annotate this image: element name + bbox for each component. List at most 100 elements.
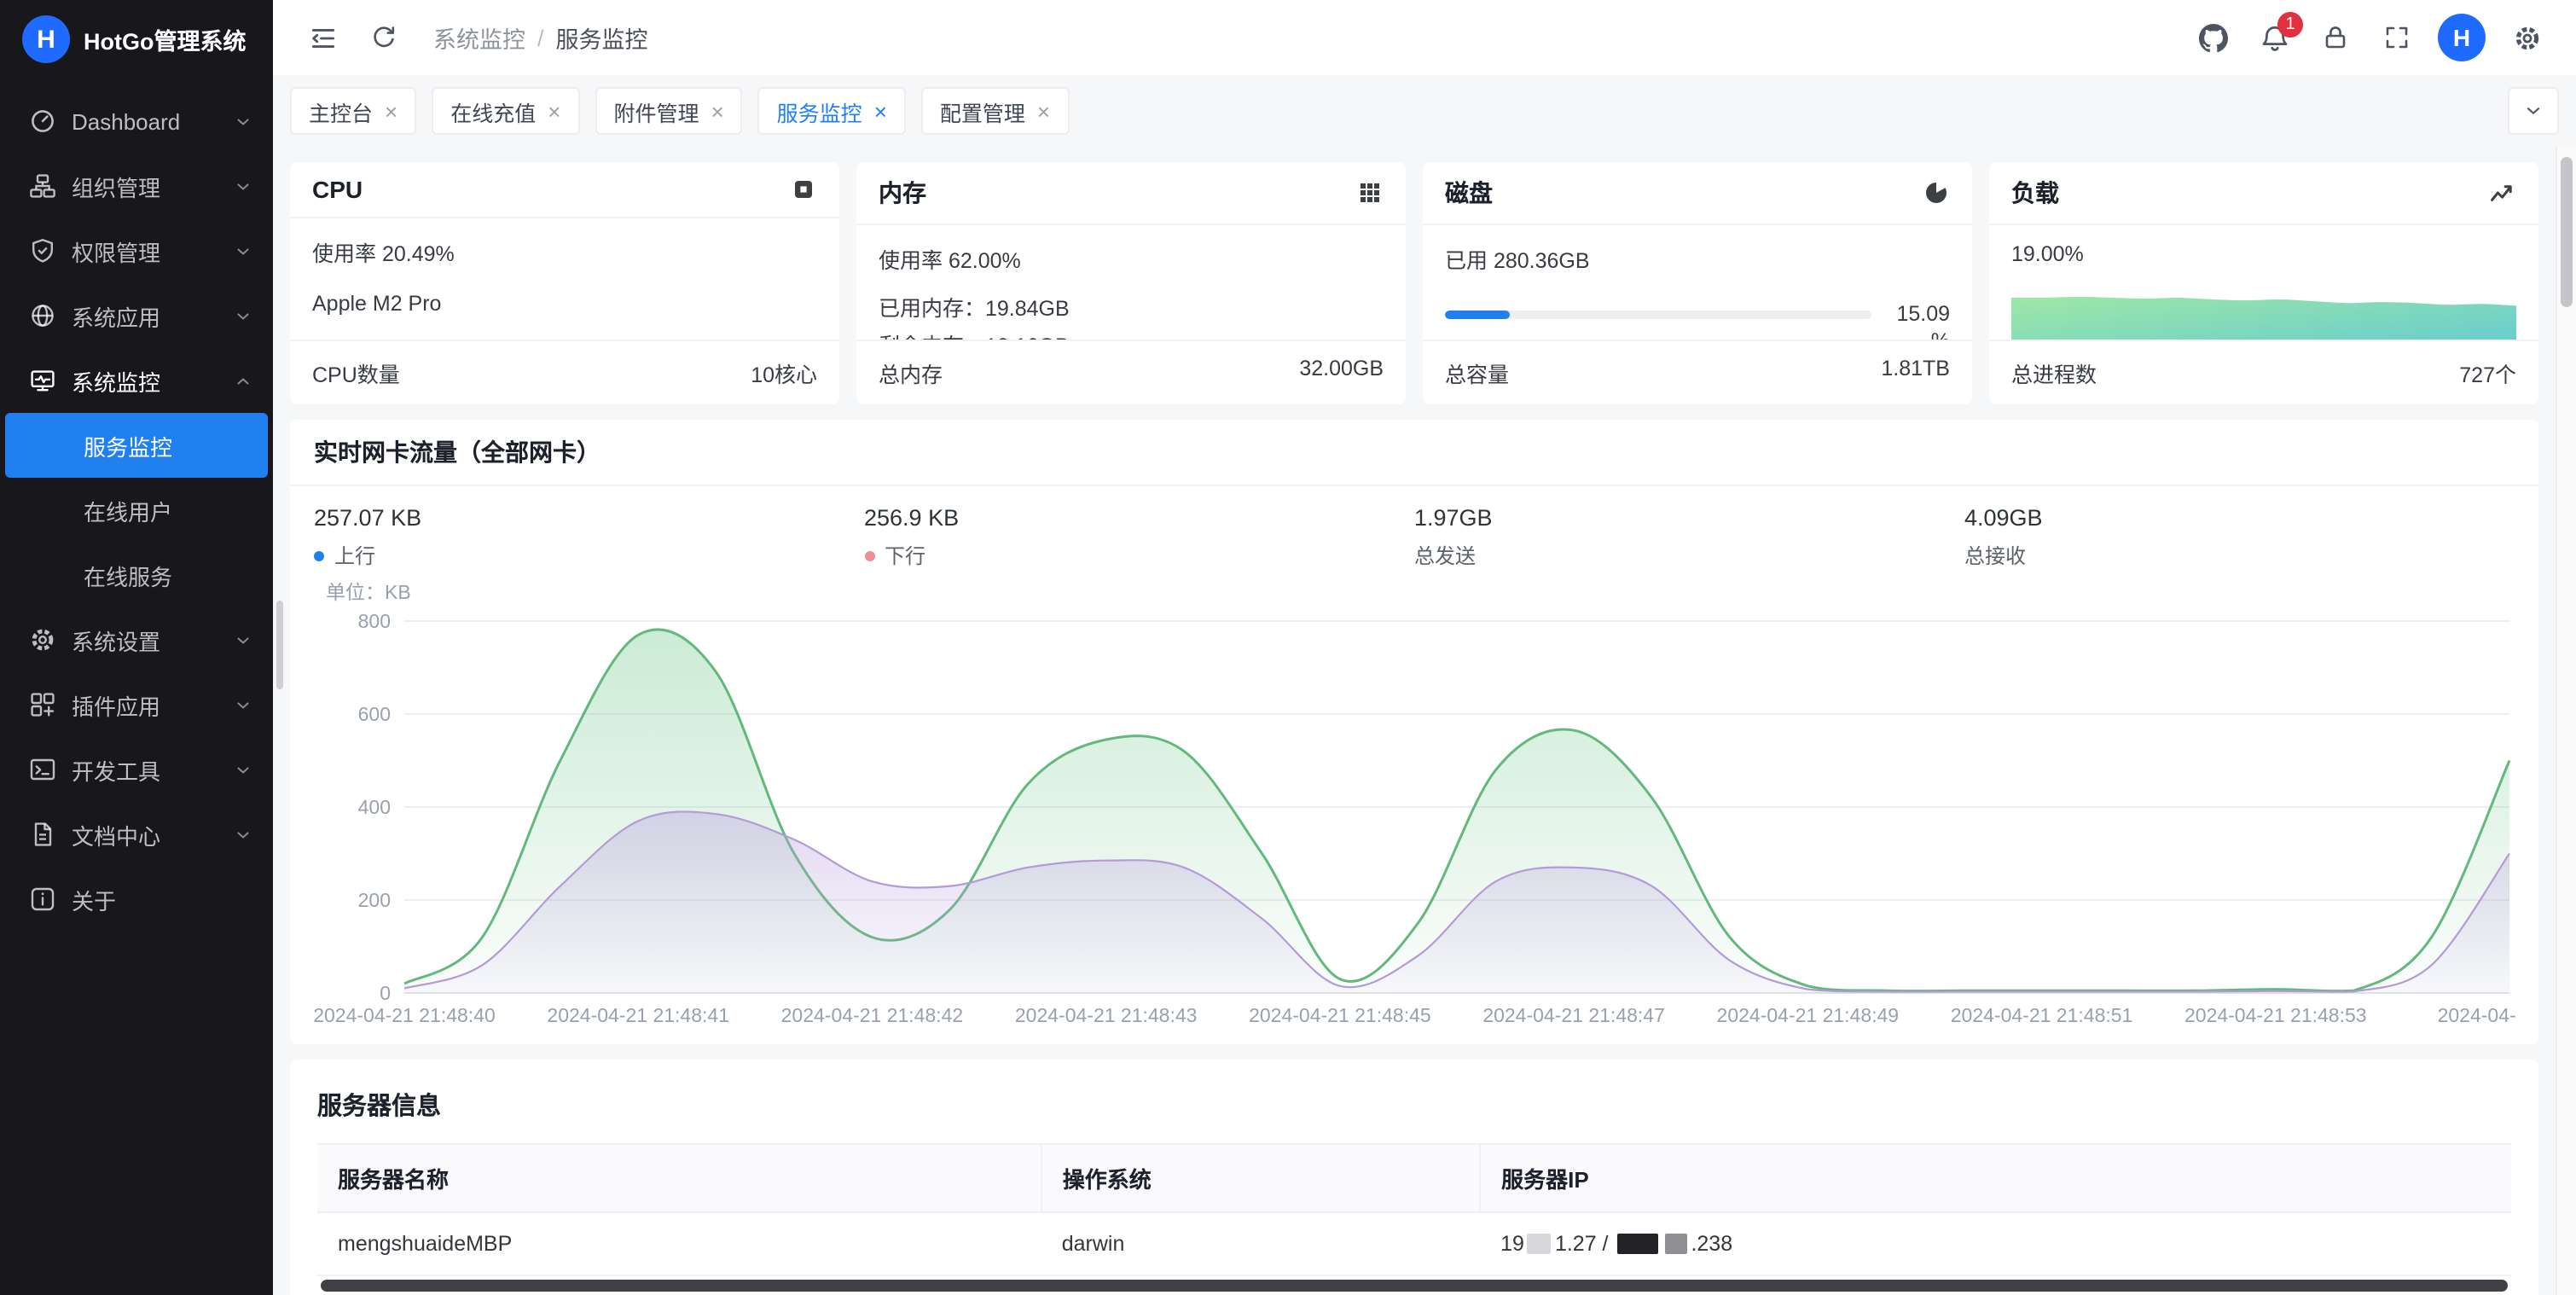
- breadcrumb-parent[interactable]: 系统监控: [433, 20, 525, 55]
- stat-label: 下行: [885, 541, 925, 570]
- load-footer-value: 727个: [2459, 357, 2516, 389]
- svg-text:2024-04-21 21:48:42: 2024-04-21 21:48:42: [781, 1004, 964, 1026]
- avatar-letter: H: [2453, 24, 2470, 51]
- svg-text:2024-04-21 21:48:47: 2024-04-21 21:48:47: [1482, 1004, 1665, 1026]
- close-icon[interactable]: ×: [711, 100, 723, 122]
- disk-percent-label: 15.09 %: [1885, 302, 1950, 340]
- svg-text:400: 400: [358, 796, 391, 818]
- tab-label: 服务监控: [777, 95, 862, 127]
- info-icon: [29, 886, 56, 913]
- svg-text:单位：KB: 单位：KB: [326, 581, 411, 603]
- svg-text:2024-04-21 21:48:40: 2024-04-21 21:48:40: [313, 1004, 496, 1026]
- svg-text:2024-04-21 21:48:49: 2024-04-21 21:48:49: [1717, 1004, 1900, 1026]
- col-server-name: 服务器名称: [317, 1144, 1041, 1212]
- stat-upstream: 257.07 KB 上行: [314, 505, 864, 570]
- server-os-value: darwin: [1041, 1212, 1480, 1275]
- load-card: 负载 19.00% 总进程数 727个: [1989, 162, 2538, 404]
- sidebar-item-plugins[interactable]: 插件应用: [0, 672, 273, 737]
- disk-footer-label: 总容量: [1445, 357, 1509, 389]
- server-name-value: mengshuaideMBP: [317, 1212, 1041, 1275]
- memory-footer-value: 32.00GB: [1299, 357, 1384, 389]
- sidebar-item-system-settings[interactable]: 系统设置: [0, 607, 273, 672]
- tab-label: 配置管理: [940, 95, 1025, 127]
- sidebar-item-system-app[interactable]: 系统应用: [0, 283, 273, 348]
- tab-config-manage[interactable]: 配置管理 ×: [921, 87, 1069, 135]
- cpu-card: CPU 使用率 20.49% Apple M2 Pro CPU数量 10核心: [290, 162, 839, 404]
- memory-free-text: 剩余内存：12.16GB: [879, 328, 1384, 340]
- user-avatar[interactable]: H: [2438, 14, 2486, 61]
- sidebar-item-devtools[interactable]: 开发工具: [0, 737, 273, 802]
- tab-attachment-manage[interactable]: 附件管理 ×: [595, 87, 742, 135]
- sidebar-item-dashboard[interactable]: Dashboard: [0, 89, 273, 154]
- breadcrumb: 系统监控 / 服务监控: [433, 20, 648, 55]
- dashboard-icon: [29, 107, 56, 135]
- chevron-down-icon: [234, 825, 252, 844]
- refresh-icon[interactable]: [358, 12, 409, 63]
- fullscreen-icon[interactable]: [2371, 12, 2422, 63]
- stat-card-row: CPU 使用率 20.49% Apple M2 Pro CPU数量 10核心: [290, 162, 2538, 404]
- notification-bell-icon[interactable]: 1: [2248, 12, 2300, 63]
- col-server-ip: 服务器IP: [1480, 1144, 2511, 1212]
- github-icon[interactable]: [2187, 12, 2238, 63]
- tab-label: 在线充值: [450, 95, 536, 127]
- stat-total-sent: 1.97GB 总发送: [1414, 505, 1964, 570]
- network-chart[interactable]: 0200400600800单位：KB2024-04-21 21:48:40202…: [312, 577, 2516, 1034]
- sidebar-item-org[interactable]: 组织管理: [0, 154, 273, 218]
- table-header-row: 服务器名称 操作系统 服务器IP: [317, 1144, 2511, 1212]
- sidebar-item-label: 插件应用: [72, 688, 218, 721]
- svg-text:0: 0: [380, 982, 391, 1004]
- close-icon[interactable]: ×: [1037, 100, 1050, 122]
- stat-downstream: 256.9 KB 下行: [864, 505, 1414, 570]
- disk-card: 磁盘 已用 280.36GB 15.09 %: [1423, 162, 1972, 404]
- tab-dropdown-button[interactable]: [2508, 87, 2559, 135]
- svg-text:600: 600: [358, 703, 391, 725]
- load-card-title: 负载: [2011, 176, 2059, 210]
- svg-text:2024-04-21 21:4: 2024-04-21 21:4: [2438, 1004, 2516, 1026]
- sidebar-item-about[interactable]: 关于: [0, 867, 273, 932]
- network-traffic-card: 实时网卡流量（全部网卡） 257.07 KB 上行 256.9 KB 下行 1.…: [290, 420, 2538, 1044]
- sidebar-item-label: 组织管理: [72, 170, 218, 202]
- svg-text:2024-04-21 21:48:43: 2024-04-21 21:48:43: [1015, 1004, 1198, 1026]
- terminal-icon: [29, 756, 56, 783]
- chevron-up-icon: [234, 371, 252, 390]
- app-logo[interactable]: H HotGo管理系统: [0, 0, 273, 78]
- tab-console[interactable]: 主控台 ×: [290, 87, 416, 135]
- chevron-down-icon: [234, 630, 252, 649]
- sidebar-subitem-service-monitor[interactable]: 服务监控: [5, 413, 268, 478]
- vertical-scrollbar-thumb[interactable]: [2561, 157, 2573, 307]
- menu-fold-icon[interactable]: [297, 12, 348, 63]
- vertical-scrollbar-track[interactable]: [2556, 147, 2576, 1295]
- sidebar-subitem-online-users[interactable]: 在线用户: [5, 478, 268, 543]
- sidebar-subitem-label: 在线用户: [84, 494, 172, 526]
- sidebar-item-docs[interactable]: 文档中心: [0, 802, 273, 867]
- disk-pie-icon: [1923, 179, 1950, 206]
- sidebar-item-permission[interactable]: 权限管理: [0, 218, 273, 283]
- close-icon[interactable]: ×: [385, 100, 397, 122]
- sidebar-item-label: Dashboard: [72, 108, 218, 134]
- svg-text:2024-04-21 21:48:51: 2024-04-21 21:48:51: [1951, 1004, 2133, 1026]
- server-card-title: 服务器信息: [317, 1083, 2511, 1143]
- sidebar: H HotGo管理系统 Dashboard 组织管理: [0, 0, 273, 1295]
- logo-icon: H: [22, 15, 70, 63]
- sidebar-item-label: 系统监控: [72, 364, 218, 397]
- table-horizontal-scrollbar[interactable]: [321, 1280, 2508, 1292]
- topbar: 系统监控 / 服务监控 1 H: [273, 0, 2576, 75]
- svg-text:2024-04-21 21:48:53: 2024-04-21 21:48:53: [2184, 1004, 2367, 1026]
- sidebar-scrollbar-thumb[interactable]: [276, 601, 283, 689]
- chevron-down-icon: [234, 241, 252, 260]
- breadcrumb-separator: /: [537, 25, 544, 50]
- settings-gear-icon[interactable]: [2501, 12, 2552, 63]
- tab-online-recharge[interactable]: 在线充值 ×: [432, 87, 579, 135]
- close-icon[interactable]: ×: [548, 100, 560, 122]
- notification-badge: 1: [2277, 12, 2303, 38]
- lock-icon[interactable]: [2310, 12, 2361, 63]
- stat-total-received: 4.09GB 总接收: [1964, 505, 2515, 570]
- sidebar-subitem-online-services[interactable]: 在线服务: [5, 543, 268, 607]
- tab-service-monitor[interactable]: 服务监控 ×: [758, 87, 906, 135]
- app-title: HotGo管理系统: [84, 22, 247, 56]
- close-icon[interactable]: ×: [874, 100, 887, 122]
- sidebar-item-system-monitor[interactable]: 系统监控: [0, 348, 273, 413]
- breadcrumb-current[interactable]: 服务监控: [556, 20, 648, 55]
- disk-footer-value: 1.81TB: [1881, 357, 1950, 389]
- memory-card-title: 内存: [879, 176, 926, 210]
